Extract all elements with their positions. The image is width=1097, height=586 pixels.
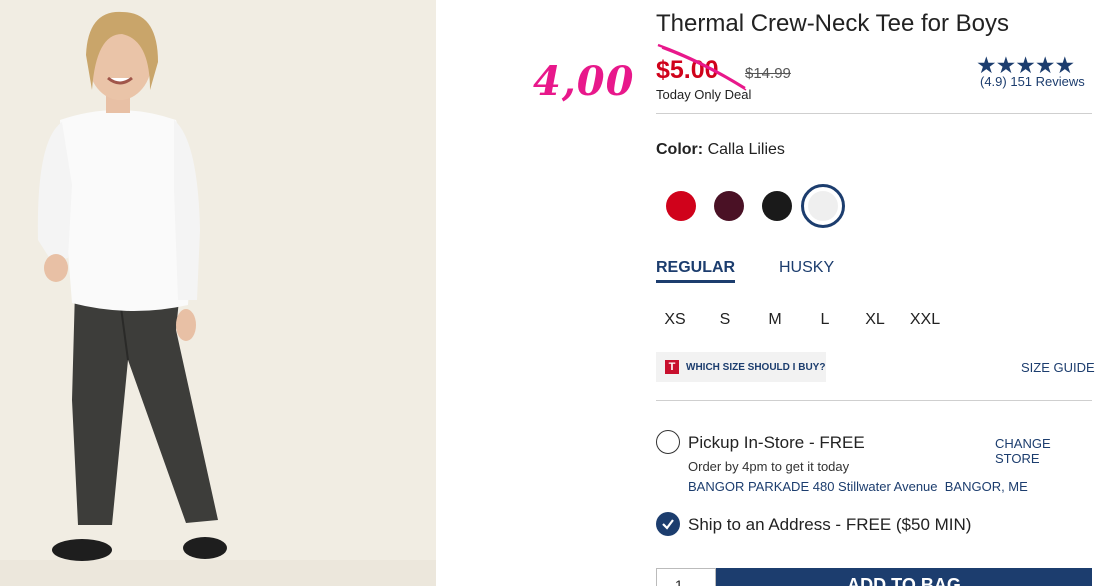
color-swatch-red[interactable] [659,184,703,228]
divider [656,400,1092,401]
size-xxl[interactable]: XXL [905,311,945,329]
product-title: Thermal Crew-Neck Tee for Boys [656,10,1009,37]
swatch-fill [762,191,792,221]
boy-model-illustration [0,0,436,586]
tab-husky[interactable]: HUSKY [779,259,834,277]
order-by-note: Order by 4pm to get it today [688,459,850,474]
sale-price: $5.00 [656,56,719,84]
size-xl[interactable]: XL [855,311,895,329]
store-address-link[interactable]: BANGOR PARKADE 480 Stillwater Avenue BAN… [688,479,1028,494]
quantity-select[interactable]: 1 [656,568,716,586]
color-label-row: Color: Calla Lilies [656,141,785,159]
size-s[interactable]: S [705,311,745,329]
ship-label: Ship to an Address - FREE ($50 MIN) [688,515,972,534]
swatch-fill [808,191,838,221]
change-store-link[interactable]: CHANGE STORE [995,436,1097,466]
swatch-fill [714,191,744,221]
pickup-radio[interactable] [656,430,680,454]
size-help-label: WHICH SIZE SHOULD I BUY? [686,361,826,373]
divider [656,113,1092,114]
color-swatch-burgundy[interactable] [707,184,751,228]
color-swatch-calla-lilies[interactable] [801,184,845,228]
true-fit-icon: T [665,360,679,374]
pickup-label: Pickup In-Store - FREE [688,433,865,452]
size-guide-link[interactable]: SIZE GUIDE [1021,360,1095,375]
size-l[interactable]: L [805,311,845,329]
add-to-bag-button[interactable]: ADD TO BAG [716,568,1092,586]
size-m[interactable]: M [755,311,795,329]
swatch-fill [666,191,696,221]
product-image[interactable] [0,0,436,586]
checkmark-icon [662,519,674,530]
tab-regular[interactable]: REGULAR [656,259,736,283]
color-label: Color: [656,141,704,158]
color-swatch-black[interactable] [755,184,799,228]
size-xs[interactable]: XS [655,311,695,329]
reviews-link[interactable]: (4.9) 151 Reviews [980,74,1085,89]
color-selected-name: Calla Lilies [707,141,785,158]
handwritten-price-annotation: 4,00 [533,58,635,105]
deal-label: Today Only Deal [656,87,752,102]
ship-radio-checked[interactable] [656,512,680,536]
size-help-button[interactable]: T WHICH SIZE SHOULD I BUY? [656,352,826,382]
original-price: $14.99 [745,65,791,82]
